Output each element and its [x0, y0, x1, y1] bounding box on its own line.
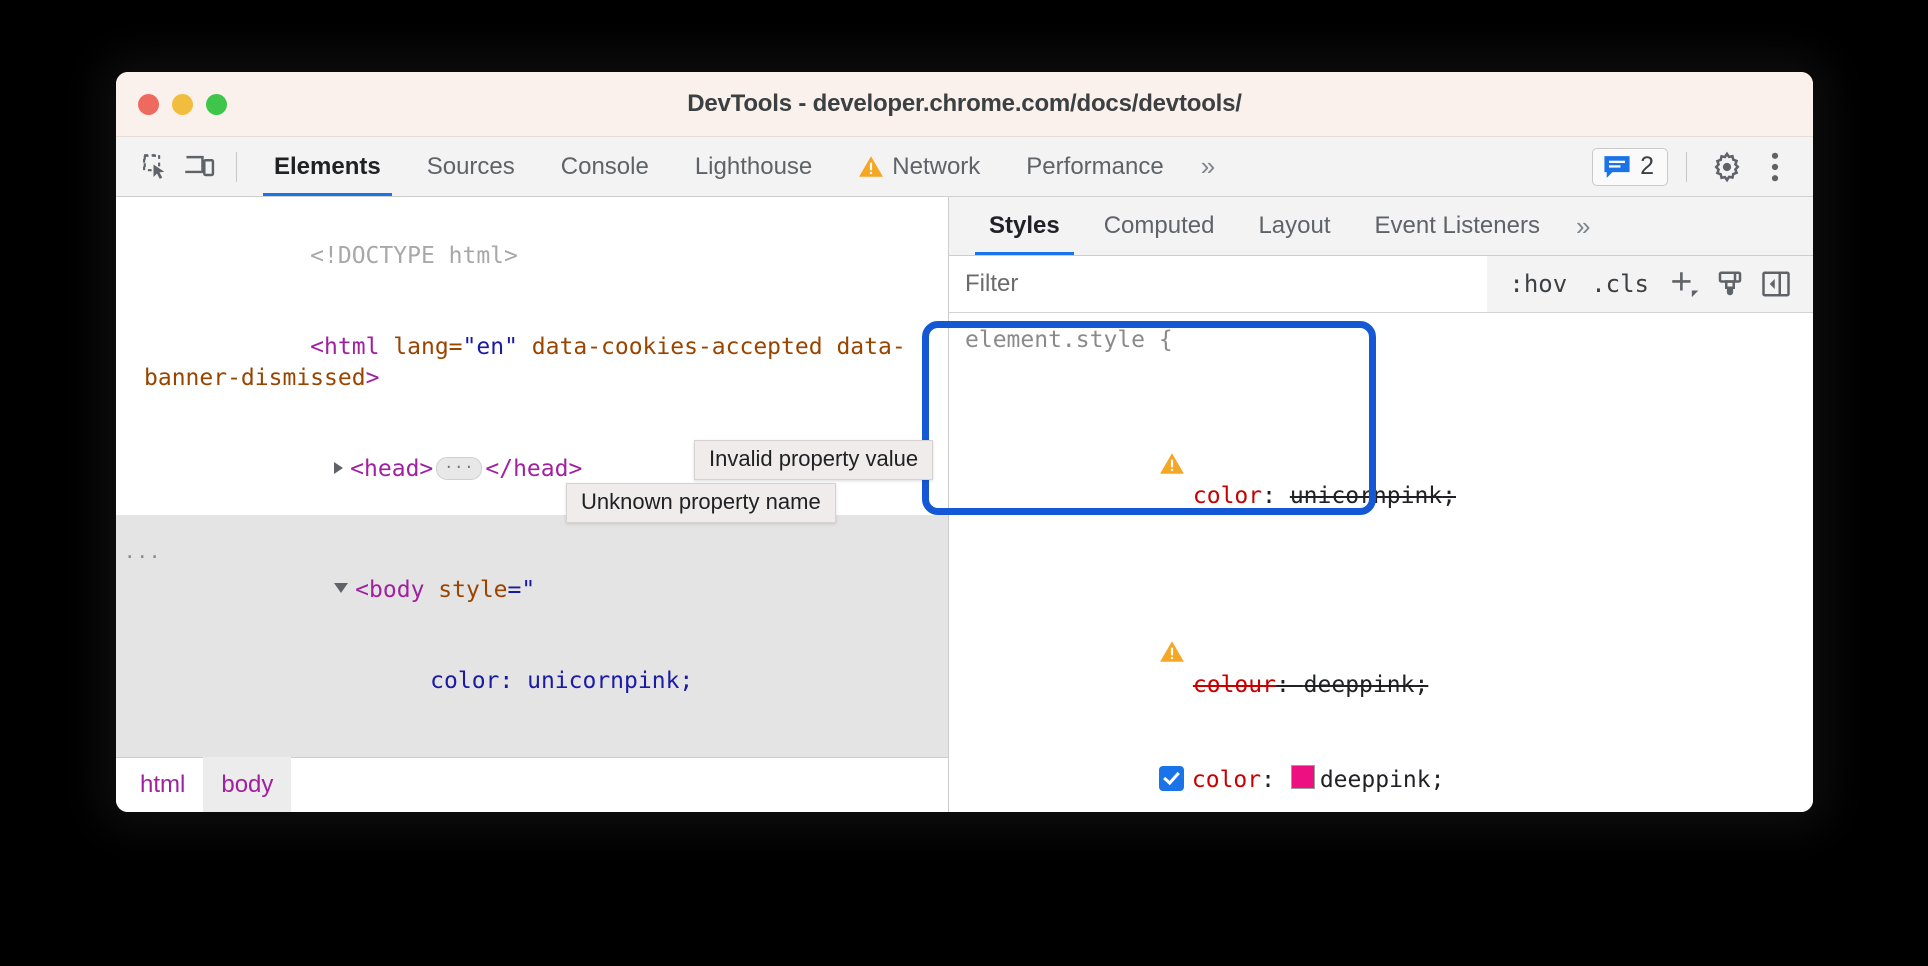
property-name[interactable]: color [1193, 484, 1262, 510]
devtools-window: DevTools - developer.chrome.com/docs/dev… [116, 72, 1813, 812]
warning-triangle-icon [1159, 388, 1185, 411]
color-swatch[interactable] [1291, 765, 1315, 789]
styles-sidebar: Styles Computed Layout Event Listeners »… [949, 197, 1813, 812]
devtools-panels: <!DOCTYPE html> <html lang="en" data-coo… [116, 197, 1813, 812]
window-titlebar: DevTools - developer.chrome.com/docs/dev… [116, 72, 1813, 137]
tab-network-label: Network [892, 153, 980, 181]
declaration-color-unicornpink[interactable]: color: unicornpink; [965, 357, 1797, 545]
plus-icon[interactable] [1661, 264, 1707, 304]
filter-input-wrapper[interactable]: Filter [949, 256, 1487, 312]
element-classes-button[interactable]: .cls [1579, 270, 1661, 298]
hover-state-button[interactable]: :hov [1497, 270, 1579, 298]
styles-sidebar-tabs: Styles Computed Layout Event Listeners » [949, 197, 1813, 256]
tab-elements[interactable]: Elements [251, 137, 404, 196]
property-name[interactable]: colour [1193, 672, 1276, 698]
dom-line-doctype[interactable]: <!DOCTYPE html> [116, 211, 948, 302]
screenshot-root: DevTools - developer.chrome.com/docs/dev… [0, 0, 1928, 966]
row-overflow-dots-icon[interactable]: ··· [124, 545, 161, 570]
device-toolbar-icon[interactable] [178, 145, 222, 189]
tab-performance-label: Performance [1026, 153, 1163, 181]
property-value[interactable]: deeppink [1304, 672, 1415, 698]
issues-count: 2 [1640, 152, 1654, 181]
rule-element-style[interactable]: element.style { color: unicornpink; [949, 321, 1813, 812]
tab-sources-label: Sources [427, 153, 515, 181]
main-toolbar: Elements Sources Console Lighthouse [116, 137, 1813, 197]
warning-triangle-icon [858, 155, 884, 178]
styles-more-tabs-chevron-icon[interactable]: » [1562, 211, 1600, 242]
dom-attr-cookies: data-cookies-accepted [532, 334, 823, 360]
dom-attr-lang: lang [393, 334, 448, 360]
toolbar-right-actions: 2 [1592, 145, 1797, 189]
dom-line-html[interactable]: <html lang="en" data-cookies-accepted da… [116, 302, 948, 423]
rule-selector-element-style: element.style { [965, 325, 1797, 357]
declaration-colour-deeppink[interactable]: colour: deeppink; [965, 545, 1797, 733]
toolbar-divider [236, 152, 237, 182]
tab-console[interactable]: Console [538, 137, 672, 196]
breadcrumb-item-html[interactable]: html [122, 752, 203, 812]
issues-button[interactable]: 2 [1592, 148, 1668, 186]
tooltip-unknown-property-name: Unknown property name [566, 483, 836, 523]
property-name[interactable]: color [1192, 767, 1261, 793]
property-value[interactable]: deeppink [1320, 767, 1431, 793]
paintbrush-icon[interactable] [1707, 264, 1753, 304]
collapsed-children-badge[interactable]: ··· [436, 457, 482, 480]
dom-tag-html: html [324, 334, 379, 360]
tab-network[interactable]: Network [835, 137, 1003, 196]
elements-panel: <!DOCTYPE html> <html lang="en" data-coo… [116, 197, 949, 812]
collapse-arrow-icon[interactable] [334, 583, 348, 593]
panel-tabs: Elements Sources Console Lighthouse [251, 137, 1592, 196]
property-value[interactable]: unicornpink [1290, 484, 1442, 510]
tooltip-invalid-property-value: Invalid property value [694, 440, 933, 480]
dom-style-decl-1[interactable]: color: unicornpink; [116, 636, 948, 727]
styles-filter-toolbar: Filter :hov .cls [949, 256, 1813, 313]
right-tools-divider [1686, 152, 1687, 182]
styles-toolbar-actions: :hov .cls [1487, 264, 1813, 304]
tab-sources[interactable]: Sources [404, 137, 538, 196]
inspect-element-icon[interactable] [134, 145, 178, 189]
kebab-menu-icon[interactable] [1753, 145, 1797, 189]
declaration-color-deeppink[interactable]: color: deeppink; [965, 734, 1797, 812]
breadcrumb-item-body[interactable]: body [203, 752, 291, 812]
warning-triangle-icon [1159, 577, 1185, 600]
tab-styles[interactable]: Styles [967, 197, 1082, 255]
panel-toggle-icon[interactable] [1753, 264, 1799, 304]
expand-arrow-icon[interactable] [334, 462, 343, 474]
tab-console-label: Console [561, 153, 649, 181]
tab-lighthouse[interactable]: Lighthouse [672, 137, 835, 196]
tab-layout[interactable]: Layout [1236, 197, 1352, 255]
tab-computed[interactable]: Computed [1082, 197, 1237, 255]
tab-lighthouse-label: Lighthouse [695, 153, 812, 181]
dom-attr-lang-value: "en" [463, 334, 518, 360]
tab-event-listeners[interactable]: Event Listeners [1353, 197, 1562, 255]
tab-elements-label: Elements [274, 153, 381, 181]
dom-breadcrumb: html body [116, 757, 948, 812]
dom-style-decl-2[interactable]: colour: deeppink; [116, 727, 948, 757]
dom-tag-head: head [364, 456, 419, 482]
dom-attr-style: style [438, 577, 507, 603]
css-rules-list[interactable]: element.style { color: unicornpink; [949, 313, 1813, 812]
declaration-enabled-checkbox[interactable] [1159, 766, 1184, 791]
gear-icon[interactable] [1705, 145, 1749, 189]
filter-input[interactable]: Filter [965, 270, 1018, 298]
issues-icon [1603, 155, 1631, 179]
more-tabs-chevron-icon[interactable]: » [1187, 151, 1225, 182]
tab-performance[interactable]: Performance [1003, 137, 1186, 196]
window-title: DevTools - developer.chrome.com/docs/dev… [116, 90, 1813, 118]
dom-tag-body: body [369, 577, 424, 603]
dom-line-body[interactable]: ··· <body style=" [116, 515, 948, 636]
